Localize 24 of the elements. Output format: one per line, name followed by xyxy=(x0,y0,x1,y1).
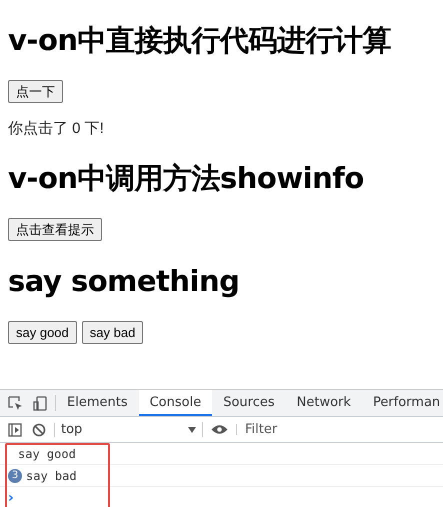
sidebar-toggle-icon[interactable] xyxy=(8,422,22,436)
clear-console-icon[interactable] xyxy=(32,422,46,436)
click-count-text: 你点击了 0 下! xyxy=(8,119,105,138)
page-heading: v-on中直接执行代码进行计算 xyxy=(8,22,392,59)
device-toolbar-icon[interactable] xyxy=(33,396,47,410)
caret-icon xyxy=(188,426,196,432)
devtools-tab[interactable]: Network xyxy=(286,390,362,416)
page-button[interactable]: say bad xyxy=(82,321,144,344)
devtools-tab[interactable]: Sources xyxy=(212,390,286,416)
eye-icon[interactable] xyxy=(211,424,228,435)
console-prompt[interactable]: › xyxy=(0,490,14,506)
console-message: say bad xyxy=(26,468,77,482)
page-button[interactable]: 点击查看提示 xyxy=(8,218,102,241)
context-dropdown[interactable]: top xyxy=(55,422,203,437)
inspect-icon[interactable] xyxy=(8,396,23,410)
page-button[interactable]: 点一下 xyxy=(8,80,63,103)
devtools-tab[interactable]: Elements xyxy=(56,390,139,416)
page-heading: v-on中调用方法showinfo xyxy=(8,160,365,197)
devtools-tab[interactable]: Console xyxy=(138,390,212,416)
console-message: say good xyxy=(18,446,76,460)
page-heading: say something xyxy=(8,263,240,300)
repeat-count-badge: 3 xyxy=(8,468,22,482)
page-button[interactable]: say good xyxy=(8,321,77,344)
devtools-tab[interactable]: Performan xyxy=(362,390,443,416)
